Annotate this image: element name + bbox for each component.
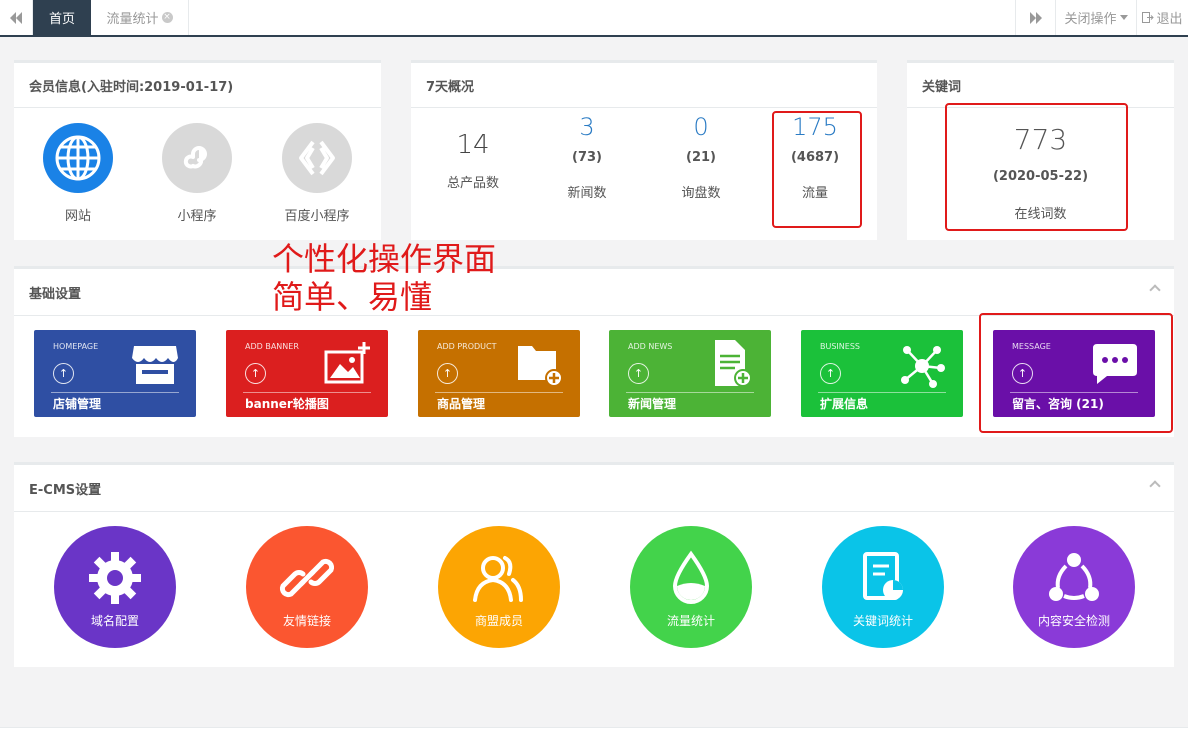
news-management-tile[interactable]: ADD NEWS ↑ 新闻管理 [609, 330, 771, 417]
keyword-stats-label: 关键词统计 [852, 614, 913, 628]
gear-icon [89, 552, 141, 604]
news-count-value: 3 [579, 113, 595, 141]
content-security-check-label: 内容安全检测 [1037, 614, 1110, 628]
member-info-panel: 会员信息(入驻时间:2019-01-17) 网站 小程序 百度小程序 [14, 60, 381, 240]
baidu-mini-program-item[interactable]: 百度小程序 [267, 123, 367, 224]
tile-label: banner轮播图 [245, 397, 329, 411]
friend-links-label: 友情链接 [282, 614, 331, 628]
tab-home[interactable]: 首页 [33, 0, 91, 35]
inquiry-count-label: 询盘数 [681, 186, 721, 201]
tile-en-label: HOMEPAGE [53, 342, 99, 351]
inquiry-count-stat: 0 (21) 询盘数 [661, 108, 741, 201]
keywords-title: 关键词 [907, 63, 1174, 108]
scroll-tabs-left-button[interactable] [0, 0, 33, 35]
promo-line-1: 个性化操作界面 [272, 240, 497, 278]
tile-en-label: ADD BANNER [245, 342, 299, 351]
arrow-up-icon: ↑ [437, 363, 458, 384]
logout-label: 退出 [1156, 12, 1183, 27]
drop-icon [672, 550, 710, 604]
basic-settings-title: 基础设置 [14, 269, 1174, 316]
total-products-value: 14 [456, 130, 490, 160]
banner-carousel-tile[interactable]: ADD BANNER ↑ banner轮播图 [226, 330, 388, 417]
document-add-icon [715, 340, 752, 387]
baidu-mini-program-icon [282, 123, 352, 193]
tile-label: 商品管理 [437, 397, 486, 411]
traffic-stats-label: 流量统计 [666, 614, 715, 628]
news-count-stat: 3 (73) 新闻数 [547, 108, 627, 201]
members-icon [473, 556, 523, 602]
mini-program-label: 小程序 [177, 209, 217, 224]
image-add-icon [324, 342, 370, 384]
close-operations-dropdown[interactable]: 关闭操作 [1055, 0, 1136, 35]
tile-label: 店铺管理 [53, 397, 102, 411]
arrow-up-icon: ↑ [820, 363, 841, 384]
alliance-members-button[interactable]: 商盟成员 [438, 526, 560, 648]
tile-en-label: ADD NEWS [628, 342, 673, 351]
ecms-settings-title: E-CMS设置 [14, 465, 1174, 512]
promo-overlay-text: 个性化操作界面 简单、易懂 [272, 240, 496, 316]
footer-bar [0, 727, 1188, 741]
double-left-arrow-icon [10, 11, 22, 24]
inquiry-count-total: (21) [686, 150, 716, 165]
alliance-members-label: 商盟成员 [474, 614, 523, 628]
member-info-title: 会员信息(入驻时间:2019-01-17) [14, 63, 381, 108]
traffic-stats-button[interactable]: 流量统计 [630, 526, 752, 648]
logout-icon [1142, 12, 1155, 23]
tab-traffic-stats-label: 流量统计 [106, 12, 159, 27]
promo-line-2: 简单、易懂 [272, 278, 433, 316]
tile-en-label: BUSINESS [820, 342, 860, 351]
news-count-total: (73) [572, 150, 602, 165]
store-management-tile[interactable]: HOMEPAGE ↑ 店铺管理 [34, 330, 196, 417]
total-products-stat: 14 总产品数 [433, 108, 513, 191]
baidu-mini-program-label: 百度小程序 [284, 209, 350, 224]
double-right-arrow-icon [1029, 11, 1042, 24]
scroll-tabs-right-button[interactable] [1015, 0, 1055, 35]
inquiry-count-value: 0 [693, 113, 709, 141]
keyword-stats-button[interactable]: 关键词统计 [822, 526, 944, 648]
folder-add-icon [518, 346, 563, 387]
arrow-up-icon: ↑ [245, 363, 266, 384]
mini-program-item[interactable]: 小程序 [147, 123, 247, 224]
close-tab-icon[interactable]: × [161, 12, 173, 23]
share-network-icon [1049, 553, 1099, 601]
domain-config-button[interactable]: 域名配置 [54, 526, 176, 648]
arrow-up-icon: ↑ [628, 363, 649, 384]
mini-program-icon [162, 123, 232, 193]
messages-highlight-box [979, 313, 1173, 433]
globe-icon [43, 123, 113, 193]
arrow-up-icon: ↑ [53, 363, 74, 384]
network-icon [901, 346, 945, 388]
tab-traffic-stats[interactable]: 流量统计 × [91, 0, 189, 35]
keywords-highlight-box [945, 103, 1128, 231]
link-icon [279, 558, 335, 598]
total-products-label: 总产品数 [446, 176, 499, 191]
tab-home-label: 首页 [48, 12, 75, 27]
traffic-highlight-box [772, 111, 862, 228]
content-security-check-button[interactable]: 内容安全检测 [1013, 526, 1135, 648]
tile-label: 扩展信息 [820, 397, 869, 411]
tile-en-label: ADD PRODUCT [437, 342, 497, 351]
caret-down-icon [1119, 15, 1128, 20]
news-count-label: 新闻数 [567, 186, 607, 201]
website-label: 网站 [64, 209, 91, 224]
ecms-settings-panel: E-CMS设置 [14, 462, 1174, 667]
store-icon [132, 346, 178, 384]
logout-button[interactable]: 退出 [1136, 0, 1188, 35]
extension-info-tile[interactable]: BUSINESS ↑ 扩展信息 [801, 330, 963, 417]
tile-label: 新闻管理 [628, 397, 677, 411]
website-item[interactable]: 网站 [28, 123, 128, 224]
overview-title: 7天概况 [411, 63, 877, 108]
close-operations-label: 关闭操作 [1064, 12, 1117, 27]
report-icon [863, 552, 903, 600]
product-management-tile[interactable]: ADD PRODUCT ↑ 商品管理 [418, 330, 580, 417]
friend-links-button[interactable]: 友情链接 [246, 526, 368, 648]
top-tab-bar: 首页 流量统计 × 关闭操作 退出 [0, 0, 1188, 37]
domain-config-label: 域名配置 [90, 614, 139, 628]
